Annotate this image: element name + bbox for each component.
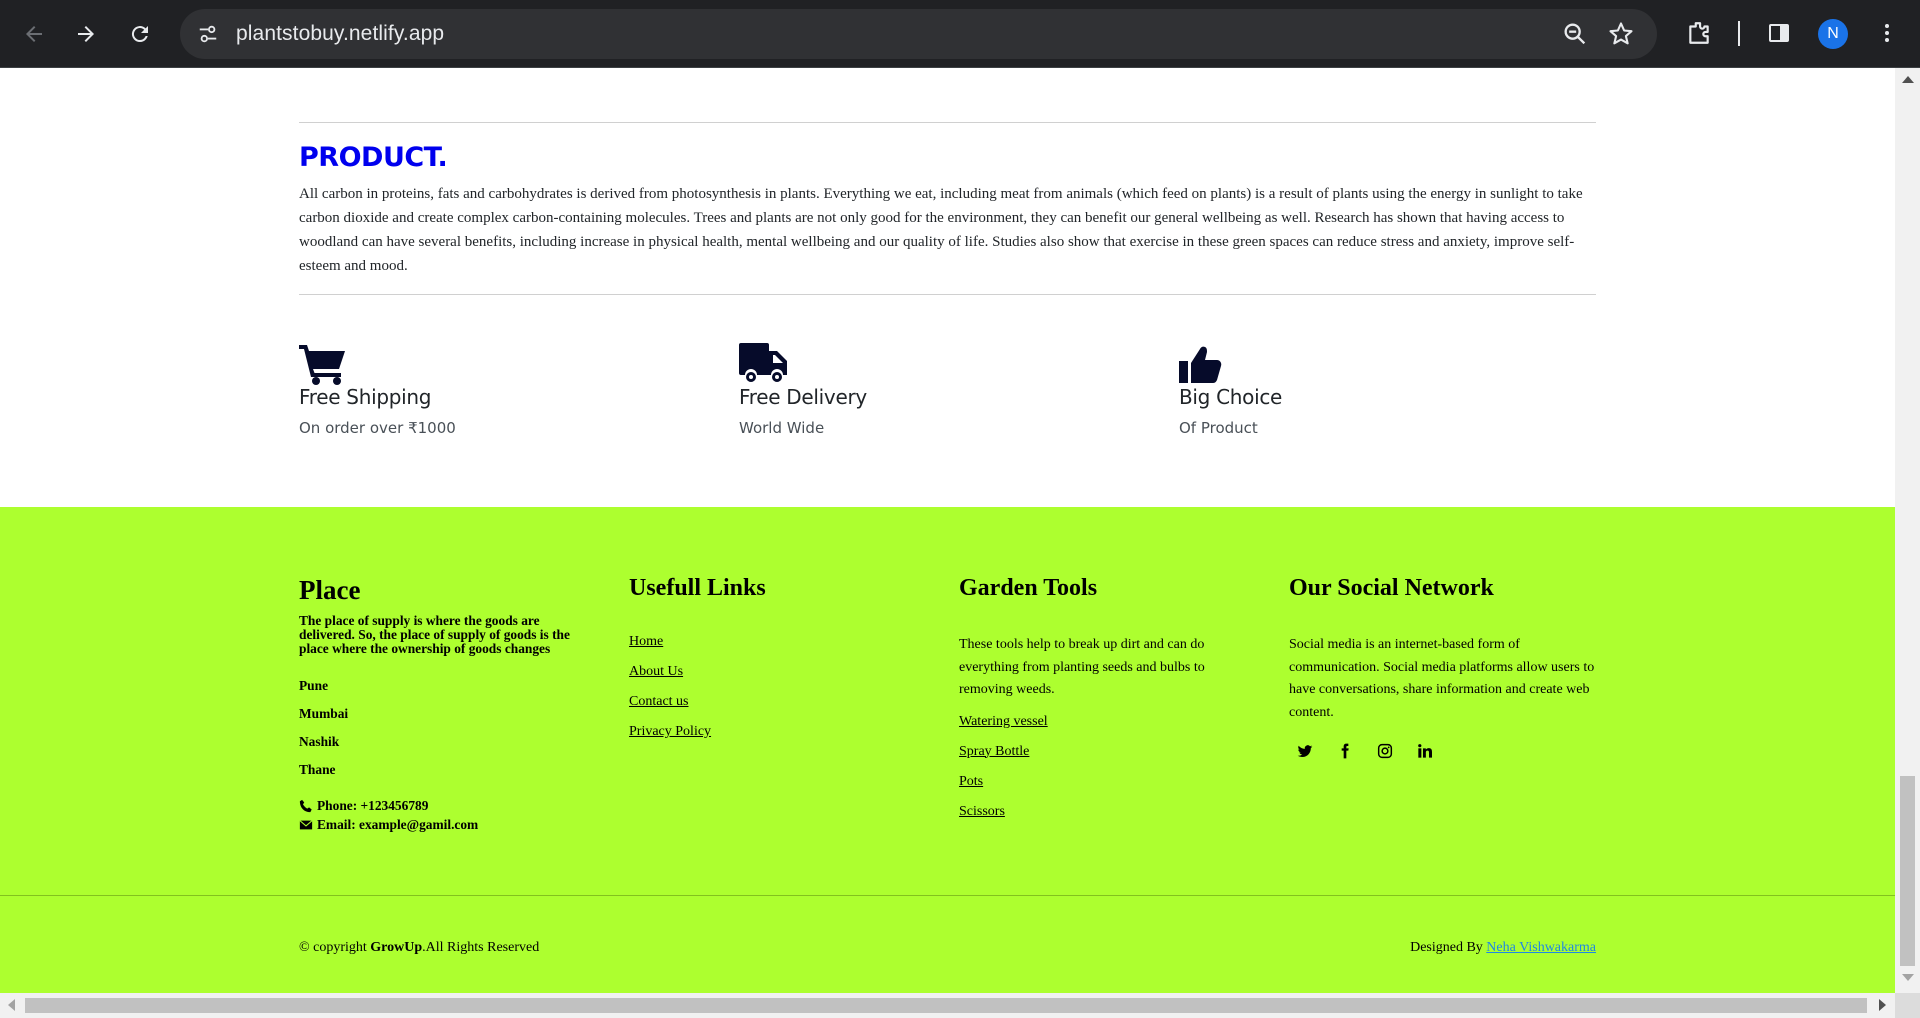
scroll-up-arrow-icon[interactable] (1902, 76, 1914, 83)
profile-avatar[interactable]: N (1818, 19, 1848, 49)
social-heading: Our Social Network (1289, 575, 1494, 601)
footer-col-links: Usefull Links Home About Us Contact us P… (629, 575, 909, 754)
reload-button[interactable] (120, 14, 160, 54)
designed-prefix: Designed By (1410, 940, 1487, 955)
feature-free-shipping: Free Shipping On order over ₹1000 (299, 343, 729, 437)
envelope-icon (299, 819, 313, 829)
footer-col-tools: Garden Tools These tools help to break u… (959, 575, 1249, 834)
twitter-icon[interactable] (1295, 741, 1315, 761)
feature-subtitle: Of Product (1179, 419, 1258, 437)
footer-link-about[interactable]: About Us (629, 664, 909, 694)
bookmark-star-icon[interactable] (1607, 20, 1635, 48)
divider (299, 294, 1596, 295)
url-text[interactable]: plantstobuy.netlify.app (236, 22, 444, 46)
reload-icon (131, 26, 148, 43)
tool-link-watering-vessel[interactable]: Watering vessel (959, 714, 1249, 744)
links-heading: Usefull Links (629, 575, 766, 601)
city-item: Mumbai (299, 706, 349, 721)
tools-description: These tools help to break up dirt and ca… (959, 637, 1205, 697)
scrollbar-thumb[interactable] (1900, 776, 1915, 966)
zoom-icon[interactable] (1561, 20, 1589, 48)
extensions-icon[interactable] (1682, 16, 1716, 50)
email-contact: Email: example@gamil.com (299, 815, 599, 834)
tool-link-spray-bottle[interactable]: Spray Bottle (959, 744, 1249, 774)
horizontal-scrollbar[interactable] (0, 993, 1895, 1018)
toolbar-divider (1738, 21, 1740, 46)
feature-subtitle: World Wide (739, 419, 825, 437)
scroll-right-arrow-icon[interactable] (1879, 999, 1886, 1011)
scroll-left-arrow-icon[interactable] (8, 999, 15, 1011)
scrollbar-corner (1895, 993, 1920, 1018)
instagram-icon[interactable] (1375, 741, 1395, 761)
scroll-down-arrow-icon[interactable] (1902, 974, 1914, 981)
social-description: Social media is an internet-based form o… (1289, 637, 1595, 720)
scrollbar-thumb[interactable] (25, 998, 1867, 1013)
copyright-prefix: © copyright (299, 940, 371, 955)
phone-contact: Phone: +123456789 (299, 796, 599, 815)
side-panel-icon[interactable] (1762, 16, 1796, 50)
copyright-text: © copyright GrowUp.All Rights Reserved (299, 940, 539, 956)
city-item: Nashik (299, 734, 340, 749)
browser-toolbar: plantstobuy.netlify.app N (0, 0, 1920, 68)
feature-free-delivery: Free Delivery World Wide (739, 343, 1169, 437)
footer-link-home[interactable]: Home (629, 634, 909, 664)
product-title: PRODUCT. (299, 142, 448, 173)
tool-link-scissors[interactable]: Scissors (959, 804, 1249, 834)
cart-icon (299, 343, 347, 385)
address-bar[interactable]: plantstobuy.netlify.app (180, 9, 1657, 59)
footer-link-privacy[interactable]: Privacy Policy (629, 724, 909, 754)
product-description: All carbon in proteins, fats and carbohy… (299, 186, 1583, 274)
feature-title: Free Delivery (739, 385, 867, 409)
tools-heading: Garden Tools (959, 575, 1098, 601)
city-item: Pune (299, 678, 329, 693)
footer: Place The place of supply is where the g… (0, 507, 1895, 993)
arrow-right-icon (78, 26, 94, 42)
facebook-icon[interactable] (1335, 741, 1355, 761)
tool-link-pots[interactable]: Pots (959, 774, 1249, 804)
place-description: The place of supply is where the goods a… (299, 613, 570, 656)
page-viewport: PRODUCT. All carbon in proteins, fats an… (0, 68, 1895, 993)
footer-divider (0, 895, 1895, 896)
phone-text: Phone: +123456789 (317, 797, 429, 813)
feature-title: Big Choice (1179, 385, 1283, 409)
designed-by: Designed By Neha Vishwakarma (1410, 940, 1596, 956)
thumbs-up-icon (1179, 343, 1227, 385)
forward-button[interactable] (66, 14, 106, 54)
footer-col-social: Our Social Network Social media is an in… (1289, 575, 1599, 761)
feature-big-choice: Big Choice Of Product (1179, 343, 1609, 437)
copyright-suffix: .All Rights Reserved (422, 940, 540, 955)
footer-link-contact[interactable]: Contact us (629, 694, 909, 724)
truck-icon (739, 343, 787, 385)
place-heading: Place (299, 575, 361, 605)
feature-subtitle: On order over ₹1000 (299, 419, 456, 437)
feature-title: Free Shipping (299, 385, 432, 409)
back-button[interactable] (14, 14, 54, 54)
footer-col-place: Place The place of supply is where the g… (299, 575, 599, 834)
email-text: Email: example@gamil.com (317, 816, 479, 832)
linkedin-icon[interactable] (1415, 741, 1435, 761)
vertical-scrollbar[interactable] (1895, 68, 1920, 993)
menu-kebab-icon[interactable] (1870, 16, 1904, 50)
site-info-icon[interactable] (192, 18, 224, 50)
copyright-brand: GrowUp (370, 940, 423, 955)
arrow-left-icon (26, 26, 42, 42)
social-icons (1295, 741, 1599, 761)
divider (299, 122, 1596, 123)
phone-icon (299, 799, 312, 812)
designer-link[interactable]: Neha Vishwakarma (1486, 940, 1596, 955)
city-item: Thane (299, 762, 336, 777)
